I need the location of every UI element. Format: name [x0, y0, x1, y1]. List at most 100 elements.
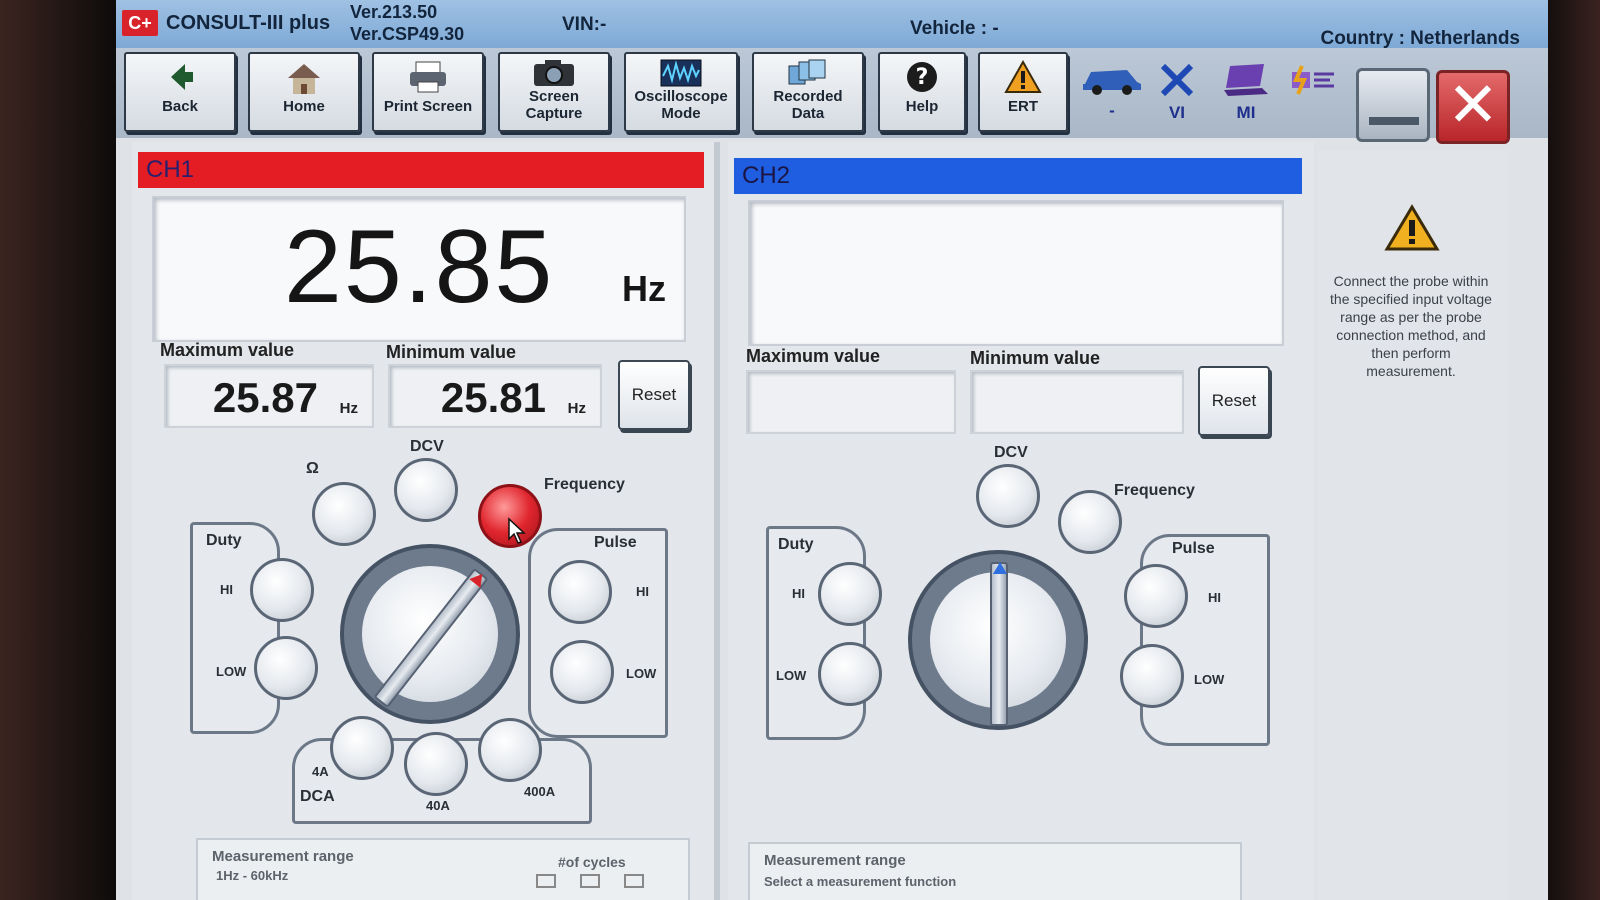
home-button[interactable]: Home [248, 52, 360, 132]
toolbar: Back Home Print Screen Screen Capture Os… [116, 48, 1548, 144]
version-main: Ver.213.50 [350, 2, 438, 22]
ch1-cycles-option-3[interactable] [624, 874, 644, 888]
app-logo: C+ [122, 10, 158, 36]
ch1-max-display: 25.87 Hz [164, 364, 374, 428]
ch1-dcv-selector[interactable] [394, 458, 458, 522]
ch1-dca-label: DCA [300, 788, 335, 805]
ch2-min-display [970, 370, 1184, 434]
ch1-dcv-label: DCV [410, 438, 444, 455]
ch2-pulse-low-selector[interactable] [1120, 644, 1184, 708]
oscilloscope-label-2: Mode [661, 105, 701, 122]
oscilloscope-icon [626, 58, 736, 88]
ch2-duty-hi-selector[interactable] [818, 562, 882, 626]
ch2-duty-hi-label: HI [792, 586, 805, 601]
ch1-cycles-option-1[interactable] [536, 874, 556, 888]
ch2-pulse-low-label: LOW [1194, 672, 1225, 687]
ch1-duty-label: Duty [206, 532, 242, 549]
ch1-pulse-low-label: LOW [626, 666, 657, 681]
ch2-pulse-hi-selector[interactable] [1124, 564, 1188, 628]
back-button[interactable]: Back [124, 52, 236, 132]
ch2-main-display [748, 200, 1284, 346]
ch2-max-display [746, 370, 956, 434]
recorded-data-label-1: Recorded [773, 88, 843, 105]
ch1-pulse-label: Pulse [594, 534, 637, 551]
close-button[interactable]: ✕ [1436, 70, 1510, 144]
warning-text: Connect the probe within the specified i… [1330, 273, 1492, 379]
ch2-frequency-selector[interactable] [1058, 490, 1122, 554]
ch1-ohm-selector[interactable] [312, 482, 376, 546]
ch2-duty-low-selector[interactable] [818, 642, 882, 706]
ch1-range-value: 1Hz - 60kHz [216, 868, 289, 883]
oscilloscope-label-1: Oscilloscope [634, 88, 728, 105]
ch1-pulse-hi-label: HI [636, 584, 649, 599]
ch1-main-unit: Hz [622, 268, 666, 309]
back-label: Back [162, 98, 198, 115]
vi-tool[interactable]: VI [1152, 62, 1202, 126]
screen-capture-label-2: Capture [525, 105, 583, 122]
ch2-duty-low-label: LOW [776, 668, 807, 683]
ch2-header: CH2 [734, 158, 1302, 194]
ch1-function-dial[interactable] [340, 544, 520, 724]
connection-plug-icon [1286, 65, 1338, 102]
ch1-frequency-label: Frequency [544, 476, 625, 493]
ch2-dcv-label: DCV [994, 444, 1028, 461]
recorded-data-label-2: Data [791, 105, 825, 122]
ert-warning-icon [980, 59, 1066, 98]
mi-tool[interactable]: MI [1216, 62, 1276, 126]
car-icon [1079, 70, 1145, 100]
vehicle-readout: Vehicle : - [910, 18, 999, 39]
ert-label: ERT [1008, 98, 1038, 115]
ch1-400a-selector[interactable] [478, 718, 542, 782]
help-button[interactable]: ? Help [878, 52, 966, 132]
ch1-duty-hi-selector[interactable] [250, 558, 314, 622]
vi-cross-icon [1157, 63, 1197, 102]
vehicle-tool[interactable]: - [1076, 62, 1148, 126]
mi-laptop-icon [1220, 64, 1272, 102]
print-screen-label: Print Screen [383, 98, 473, 115]
back-arrow-icon [126, 60, 234, 98]
ch1-4a-selector[interactable] [330, 716, 394, 780]
ch1-header: CH1 [138, 152, 704, 188]
ch1-cycles-option-2[interactable] [580, 874, 600, 888]
vehicle-tool-label: - [1109, 101, 1115, 120]
ch1-4a-label: 4A [312, 764, 329, 779]
ch2-pulse-label: Pulse [1172, 540, 1215, 557]
ch1-40a-selector[interactable] [404, 732, 468, 796]
home-icon [250, 60, 358, 98]
connection-status-tool[interactable] [1282, 62, 1342, 126]
help-icon: ? [880, 60, 964, 98]
recorded-data-button[interactable]: Recorded Data [752, 52, 864, 132]
ch1-panel: CH1 25.85 Hz Maximum value Minimum value… [132, 142, 720, 900]
ch1-pulse-low-selector[interactable] [550, 640, 614, 704]
ch2-panel: CH2 Maximum value Minimum value Reset DC… [728, 142, 1314, 900]
print-screen-button[interactable]: Print Screen [372, 52, 484, 132]
help-label: Help [905, 98, 939, 115]
close-icon: ✕ [1447, 71, 1499, 140]
ch1-pulse-hi-selector[interactable] [548, 560, 612, 624]
svg-text:?: ? [916, 65, 929, 90]
ch1-reset-button[interactable]: Reset [618, 360, 690, 430]
ch2-pulse-hi-label: HI [1208, 590, 1221, 605]
ch2-function-dial[interactable] [908, 550, 1088, 730]
oscilloscope-mode-button[interactable]: Oscilloscope Mode [624, 52, 738, 132]
printer-icon [374, 60, 482, 98]
ch1-main-value: 25.85 [284, 209, 555, 325]
minimize-button[interactable] [1356, 68, 1430, 142]
ert-button[interactable]: ERT [978, 52, 1068, 132]
ch1-max-label: Maximum value [160, 340, 295, 360]
ch2-duty-label: Duty [778, 536, 814, 553]
ch1-duty-low-selector[interactable] [254, 636, 318, 700]
ch2-min-label: Minimum value [970, 348, 1101, 368]
ch2-measurement-range-box: Measurement range Select a measurement f… [748, 842, 1242, 900]
ch1-frequency-selector[interactable] [478, 484, 542, 548]
ch1-range-label: Measurement range [212, 848, 354, 865]
ch2-reset-button[interactable]: Reset [1198, 366, 1270, 436]
ch1-min-label: Minimum value [386, 342, 517, 362]
ch1-duty-zone [190, 522, 280, 734]
mi-label: MI [1236, 103, 1256, 122]
vin-readout: VIN:- [562, 14, 607, 35]
screen-capture-button[interactable]: Screen Capture [498, 52, 610, 132]
camera-icon [500, 58, 608, 88]
ch2-dcv-selector[interactable] [976, 464, 1040, 528]
recorded-data-icon [754, 58, 862, 88]
